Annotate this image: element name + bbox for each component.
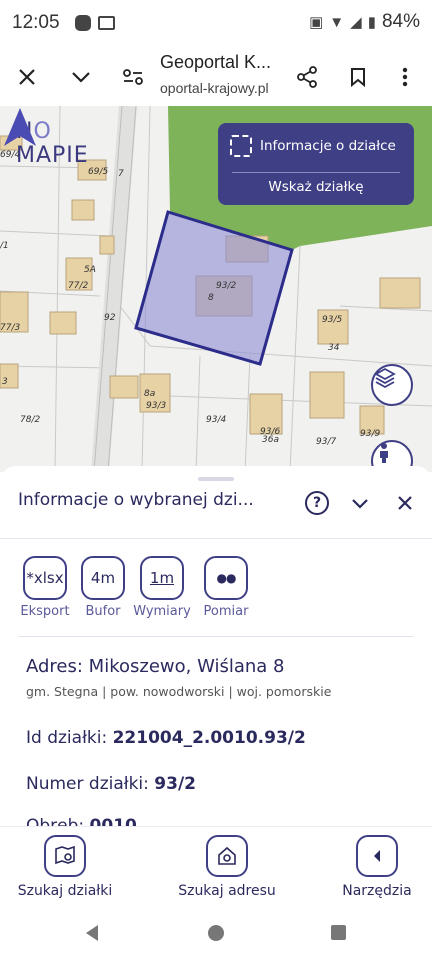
sheet-divider xyxy=(18,636,414,637)
tool-export[interactable]: *xlsx Eksport xyxy=(13,556,77,619)
back-icon[interactable] xyxy=(84,924,100,942)
nav-tools[interactable]: Narzędzia xyxy=(322,835,432,899)
close-sheet-icon[interactable] xyxy=(390,488,420,518)
parcel-label: 7 xyxy=(118,169,124,179)
parcel-label: 3 xyxy=(2,377,8,387)
tool-buffer[interactable]: 4m Bufor xyxy=(71,556,135,619)
more-vert-icon[interactable] xyxy=(388,60,422,94)
tool-label: Bufor xyxy=(85,604,121,619)
parcel-id-label: Id działki: xyxy=(26,728,113,748)
parcel-label: 77/2 xyxy=(68,281,88,291)
parcel-info-panel: Informacje o działce Wskaż działkę xyxy=(218,123,414,205)
parcel-label: 78/2 xyxy=(20,415,40,425)
tool-label: Eksport xyxy=(20,604,70,619)
sheet-title: Informacje o wybranej dzi... xyxy=(18,490,254,510)
parcel-id-value: 221004_2.0010.93/2 xyxy=(112,728,306,748)
wifi-icon: ▼ xyxy=(329,13,345,31)
export-xlsx-icon: *xlsx xyxy=(23,556,67,600)
browser-toolbar: Geoportal K... oportal-krajowy.pl xyxy=(0,48,432,106)
layers-button[interactable] xyxy=(371,364,413,406)
help-icon[interactable]: ? xyxy=(305,491,329,515)
bookmark-icon[interactable] xyxy=(341,60,375,94)
nav-label: Narzędzia xyxy=(342,883,412,899)
parcel-label: 93/7 xyxy=(316,437,336,447)
nav-label: Szukaj adresu xyxy=(178,883,276,899)
status-bar: 12:05 ▣ ▼ ◢ ▮ 84% xyxy=(0,0,432,48)
parcel-label: 93/9 xyxy=(360,429,380,439)
signal-icon: ◢ xyxy=(350,14,362,31)
point-parcel-button[interactable]: Wskaż działkę xyxy=(218,179,414,195)
collapse-chevron-icon[interactable] xyxy=(345,488,375,518)
parcel-info-sheet: Informacje o wybranej dzi... ? *xlsx Eks… xyxy=(0,466,432,836)
parcel-label: 77/3 xyxy=(0,323,20,333)
map-view[interactable]: 69/4 69/5 7 5A 77/2 /1 77/3 92 93/2 8 93… xyxy=(0,106,432,472)
measure-icon: ●● xyxy=(204,556,248,600)
nav-search-parcel[interactable]: Szukaj działki xyxy=(10,835,120,899)
page-title: Geoportal K... xyxy=(160,52,272,72)
address-subtitle: gm. Stegna | pow. nowodworski | woj. pom… xyxy=(26,684,332,699)
chevron-left-icon xyxy=(356,835,398,877)
drag-handle[interactable] xyxy=(198,477,234,481)
status-time: 12:05 xyxy=(12,12,60,33)
parcel-label: 92 xyxy=(104,313,116,323)
parcel-label: /1 xyxy=(0,241,9,251)
ruler-icon: 1m xyxy=(140,556,184,600)
select-area-icon xyxy=(230,135,252,157)
layers-icon xyxy=(374,367,396,389)
parcel-number-value: 93/2 xyxy=(154,774,196,794)
share-icon[interactable] xyxy=(290,60,324,94)
tool-label: Wymiary xyxy=(133,604,191,619)
system-navigation xyxy=(0,908,432,960)
parcel-label: 36a xyxy=(262,435,279,445)
map-search-icon xyxy=(44,835,86,877)
close-icon[interactable] xyxy=(10,60,44,94)
nfc-icon: ▣ xyxy=(309,14,324,31)
buffer-icon: 4m xyxy=(81,556,125,600)
panel-divider xyxy=(232,172,400,173)
tool-dimensions[interactable]: 1m Wymiary xyxy=(130,556,194,619)
parcel-label: 5A xyxy=(84,265,96,275)
parcel-label: 93/4 xyxy=(206,415,226,425)
parcel-label: 8 xyxy=(208,293,214,303)
status-right: ▣ ▼ ◢ ▮ 84% xyxy=(309,11,420,33)
nav-label: Szukaj działki xyxy=(17,883,113,899)
notification-dot-icon xyxy=(75,15,91,31)
parcel-label: 69/5 xyxy=(88,167,108,177)
person-icon xyxy=(380,443,388,463)
battery-percent: 84% xyxy=(381,11,420,32)
parcel-number-row: Numer działki: 93/2 xyxy=(26,774,196,794)
address: Adres: Mikoszewo, Wiślana 8 xyxy=(26,656,285,677)
parcel-label: 8a xyxy=(144,389,155,399)
tool-label: Pomiar xyxy=(203,604,249,619)
nav-search-address[interactable]: Szukaj adresu xyxy=(172,835,282,899)
parcel-number-label: Numer działki: xyxy=(26,774,155,794)
parcel-label: 93/5 xyxy=(322,315,342,325)
navigation-arrow-icon[interactable] xyxy=(0,106,40,150)
bottom-navigation: Szukaj działki Szukaj adresu Narzędzia xyxy=(0,826,432,908)
tool-measure[interactable]: ●● Pomiar xyxy=(194,556,258,619)
recents-icon[interactable] xyxy=(330,924,347,941)
parcel-id-row: Id działki: 221004_2.0010.93/2 xyxy=(26,728,306,748)
chevron-down-icon[interactable] xyxy=(64,60,98,94)
parcel-label: 93/2 xyxy=(216,281,236,291)
battery-icon: ▮ xyxy=(367,14,376,31)
home-search-icon xyxy=(206,835,248,877)
parcel-label: 34 xyxy=(328,343,340,353)
parcel-label: 93/3 xyxy=(146,401,166,411)
calendar-notification-icon xyxy=(98,16,115,30)
sheet-divider xyxy=(0,538,432,539)
page-settings-icon[interactable] xyxy=(116,60,150,94)
parcel-info-button[interactable]: Informacje o działce xyxy=(230,135,396,157)
home-icon[interactable] xyxy=(207,924,225,942)
page-url[interactable]: oportal-krajowy.pl xyxy=(160,80,269,96)
